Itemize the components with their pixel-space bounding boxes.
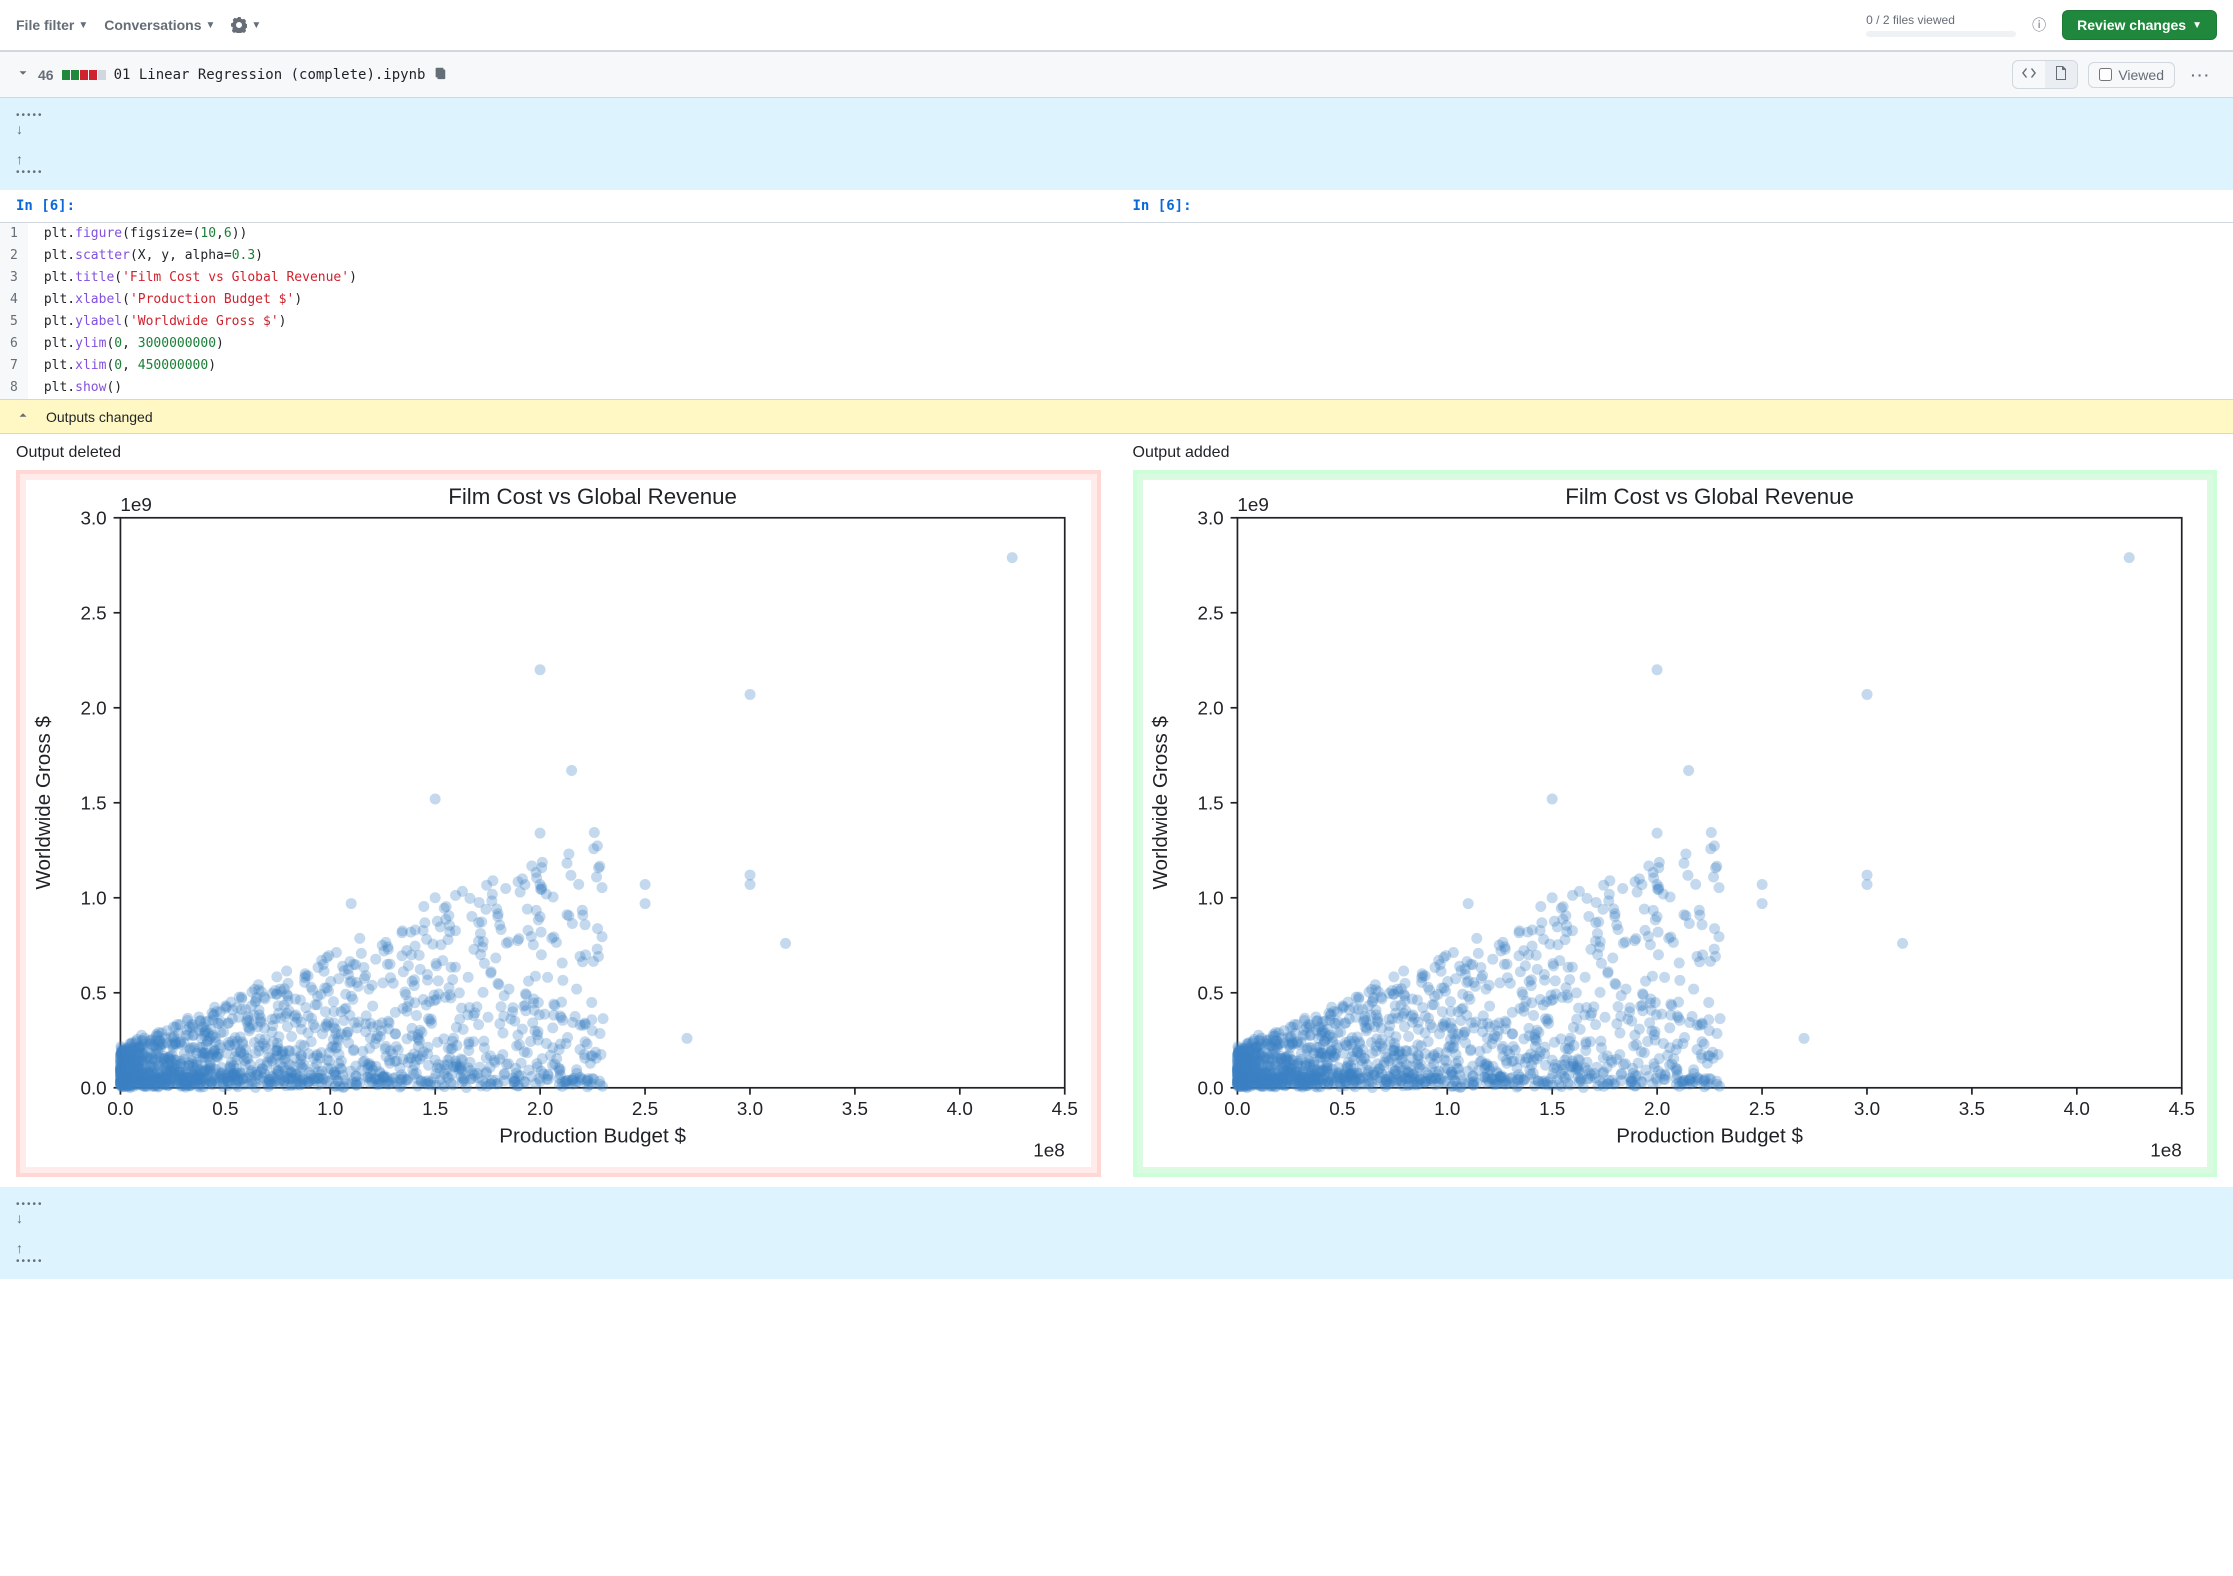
outputs-row: Output deleted Film Cost vs Global Reven… [0, 434, 2233, 1187]
code-icon [2021, 65, 2037, 81]
copy-path-button[interactable] [433, 66, 447, 83]
collapse-file-toggle[interactable] [16, 66, 30, 83]
cell-prompt-row: In [6]: In [6]: [0, 190, 2233, 223]
gear-icon [231, 17, 247, 33]
svg-text:1.5: 1.5 [1539, 1099, 1565, 1120]
svg-text:3.5: 3.5 [842, 1099, 868, 1120]
output-deleted-panel: Film Cost vs Global Revenue 1e9 1e8 0.0 0.5 1… [16, 470, 1101, 1177]
cell-prompt-right: In [6]: [1117, 190, 2233, 222]
svg-text:2.0: 2.0 [80, 699, 106, 720]
info-icon[interactable]: ⓘ [2032, 15, 2046, 35]
svg-text:4.5: 4.5 [2168, 1099, 2194, 1120]
chevron-up-icon [16, 408, 30, 425]
output-added-column: Output added Film Cost vs Global Revenue… [1117, 434, 2233, 1187]
files-viewed-indicator: 0 / 2 files viewed [1866, 13, 2016, 37]
expand-hunk-bottom[interactable]: •••••↓ ↑••••• [0, 1187, 2233, 1279]
svg-text:3.0: 3.0 [1853, 1099, 1879, 1120]
caret-down-icon: ▼ [78, 20, 88, 31]
chart-added: Film Cost vs Global Revenue 1e9 1e8 0.0 0.5 1… [1143, 480, 2208, 1167]
svg-text:4.5: 4.5 [1052, 1099, 1078, 1120]
svg-text:1e9: 1e9 [120, 495, 152, 516]
svg-text:Worldwide Gross $: Worldwide Gross $ [1149, 715, 1172, 889]
svg-text:0.0: 0.0 [1197, 1079, 1223, 1100]
chart-deleted: Film Cost vs Global Revenue 1e9 1e8 0.0 0.5 1… [26, 480, 1091, 1167]
diff-stats-blocks [62, 70, 106, 80]
svg-text:1.0: 1.0 [317, 1099, 343, 1120]
code-diff-block: 1 2 3 4 5 6 7 8 plt.figure(figsize=(10,6… [0, 223, 2233, 400]
svg-text:1.0: 1.0 [1434, 1099, 1460, 1120]
files-viewed-progress [1866, 31, 2016, 37]
svg-text:4.0: 4.0 [947, 1099, 973, 1120]
output-added-panel: Film Cost vs Global Revenue 1e9 1e8 0.0 0.5 1… [1133, 470, 2218, 1177]
code-lines: plt.figure(figsize=(10,6)) plt.scatter(X… [28, 223, 2233, 399]
svg-text:2.0: 2.0 [527, 1099, 553, 1120]
svg-text:2.5: 2.5 [80, 604, 106, 625]
svg-text:1.0: 1.0 [1197, 889, 1223, 910]
svg-text:3.5: 3.5 [1958, 1099, 1984, 1120]
output-deleted-column: Output deleted Film Cost vs Global Reven… [0, 434, 1117, 1187]
file-icon [2053, 65, 2069, 81]
svg-text:Worldwide Gross $: Worldwide Gross $ [32, 715, 55, 889]
caret-down-icon: ▼ [2192, 20, 2202, 31]
svg-text:2.0: 2.0 [1644, 1099, 1670, 1120]
svg-text:1.5: 1.5 [1197, 794, 1223, 815]
svg-text:1e8: 1e8 [1033, 1140, 1064, 1161]
file-filter-dropdown[interactable]: File filter ▼ [16, 17, 88, 33]
line-gutter: 1 2 3 4 5 6 7 8 [0, 223, 28, 399]
view-rendered-button[interactable] [2045, 61, 2077, 88]
view-source-button[interactable] [2013, 61, 2045, 88]
svg-text:1.5: 1.5 [80, 794, 106, 815]
svg-text:Film Cost vs Global Revenue: Film Cost vs Global Revenue [1565, 484, 1854, 509]
file-header: 46 01 Linear Regression (complete).ipynb… [0, 51, 2233, 98]
caret-down-icon: ▼ [251, 20, 261, 31]
output-deleted-heading: Output deleted [16, 444, 1101, 462]
files-viewed-label: 0 / 2 files viewed [1866, 13, 1955, 27]
toolbar: File filter ▼ Conversations ▼ ▼ 0 / 2 fi… [0, 0, 2233, 51]
file-actions-menu[interactable]: ··· [2185, 67, 2217, 83]
svg-text:Production Budget $: Production Budget $ [1616, 1125, 1803, 1148]
cell-prompt-left: In [6]: [0, 190, 1117, 222]
svg-text:4.0: 4.0 [2063, 1099, 2089, 1120]
viewed-checkbox[interactable]: Viewed [2088, 62, 2175, 88]
svg-text:1e9: 1e9 [1237, 495, 1269, 516]
review-changes-label: Review changes [2077, 17, 2186, 33]
output-added-heading: Output added [1133, 444, 2218, 462]
svg-text:2.5: 2.5 [632, 1099, 658, 1120]
conversations-dropdown[interactable]: Conversations ▼ [104, 17, 215, 33]
svg-text:0.0: 0.0 [107, 1099, 133, 1120]
file-name[interactable]: 01 Linear Regression (complete).ipynb [114, 67, 426, 83]
svg-text:3.0: 3.0 [1197, 509, 1223, 530]
diff-settings-dropdown[interactable]: ▼ [231, 17, 261, 33]
svg-text:0.5: 0.5 [212, 1099, 238, 1120]
outputs-changed-banner[interactable]: Outputs changed [0, 400, 2233, 434]
svg-text:Production Budget $: Production Budget $ [499, 1125, 686, 1148]
viewed-label: Viewed [2118, 67, 2164, 83]
svg-text:0.0: 0.0 [1224, 1099, 1250, 1120]
svg-text:2.5: 2.5 [1748, 1099, 1774, 1120]
svg-text:0.0: 0.0 [80, 1079, 106, 1100]
diff-line-count: 46 [38, 67, 54, 83]
view-mode-toggle [2012, 60, 2078, 89]
svg-text:3.0: 3.0 [80, 509, 106, 530]
svg-text:1.0: 1.0 [80, 889, 106, 910]
review-changes-button[interactable]: Review changes ▼ [2062, 10, 2217, 40]
conversations-label: Conversations [104, 17, 201, 33]
svg-text:0.5: 0.5 [1329, 1099, 1355, 1120]
svg-text:2.5: 2.5 [1197, 604, 1223, 625]
caret-down-icon: ▼ [206, 20, 216, 31]
svg-text:3.0: 3.0 [737, 1099, 763, 1120]
expand-hunk-top[interactable]: •••••↓ ↑••••• [0, 98, 2233, 190]
outputs-changed-label: Outputs changed [46, 409, 153, 425]
svg-text:0.5: 0.5 [1197, 984, 1223, 1005]
file-filter-label: File filter [16, 17, 74, 33]
svg-text:1e8: 1e8 [2150, 1140, 2182, 1161]
svg-text:1.5: 1.5 [422, 1099, 448, 1120]
svg-text:Film Cost vs Global Revenue: Film Cost vs Global Revenue [448, 484, 737, 509]
svg-text:2.0: 2.0 [1197, 699, 1223, 720]
svg-text:0.5: 0.5 [80, 984, 106, 1005]
viewed-checkbox-input[interactable] [2099, 68, 2112, 81]
